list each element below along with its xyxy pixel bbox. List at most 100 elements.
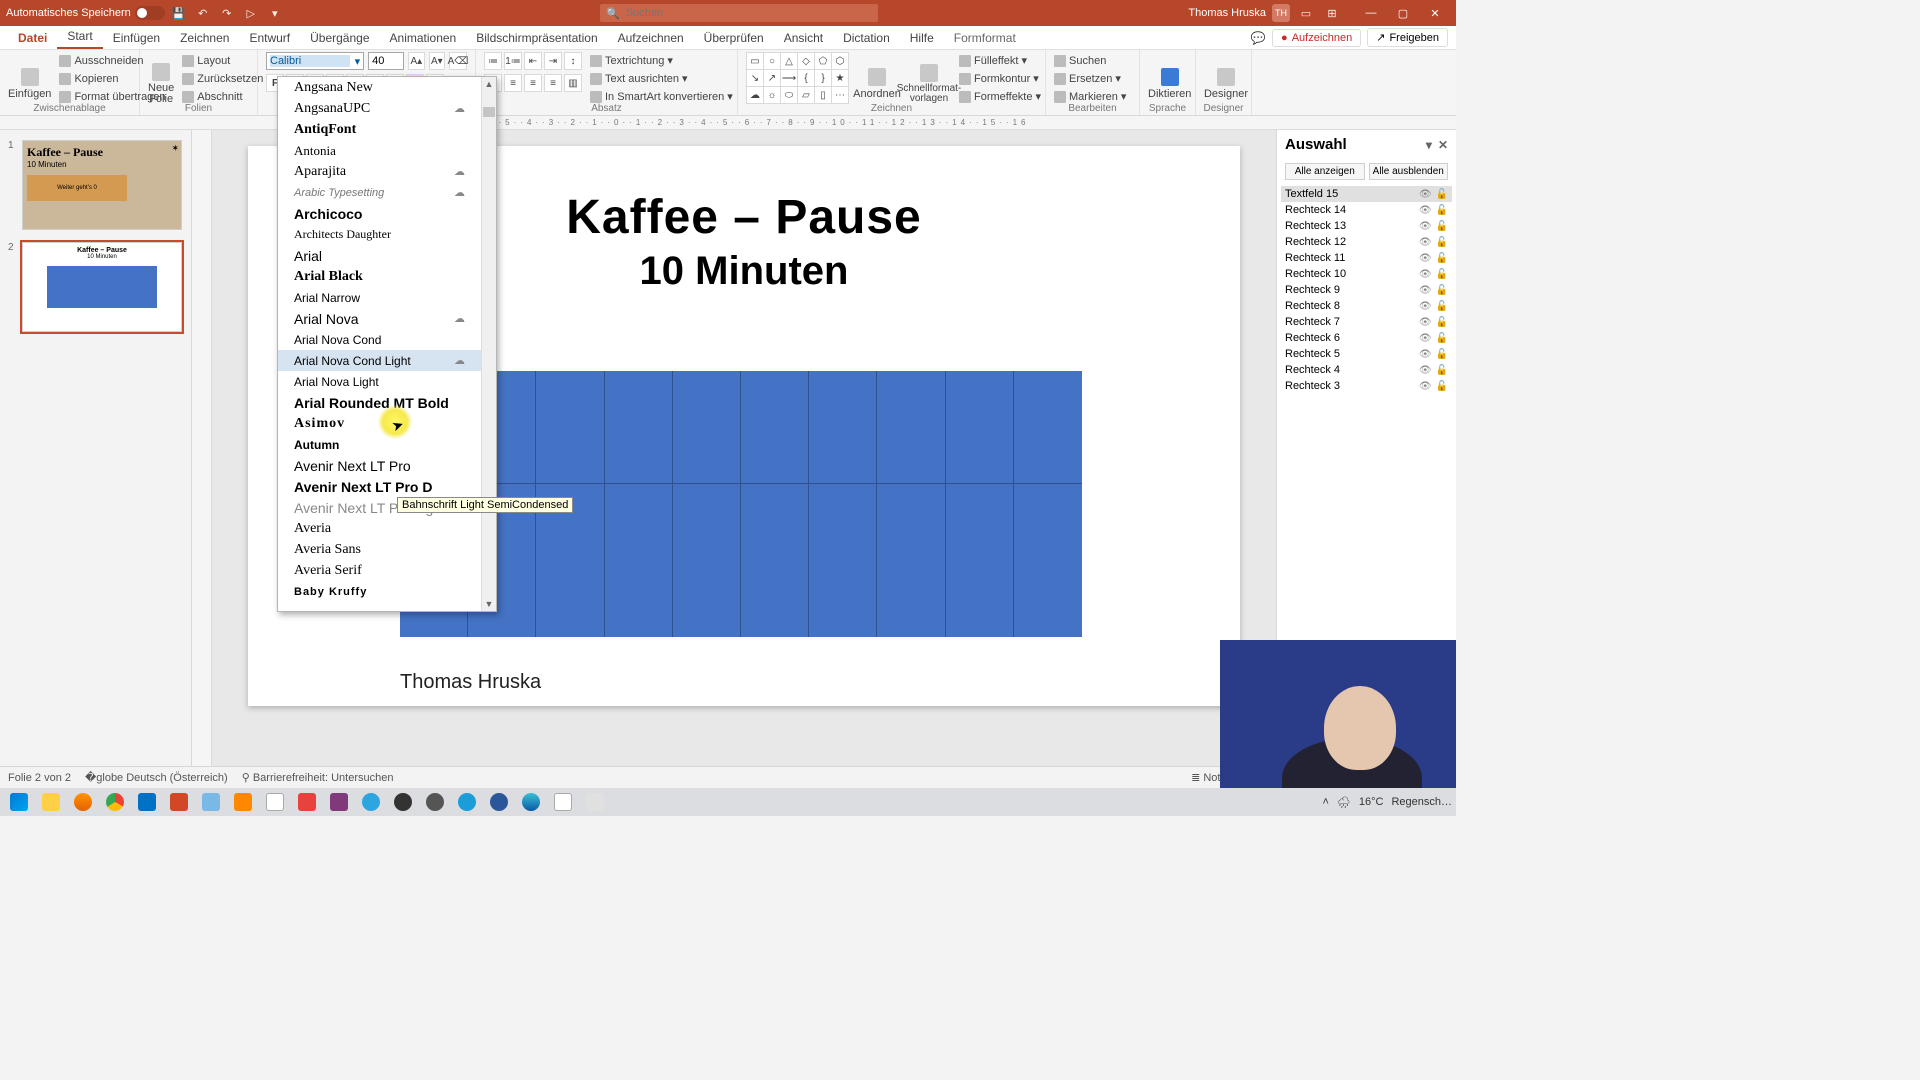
columns-button[interactable]: ▥	[564, 74, 582, 92]
shape-fill-button[interactable]: Fülleffekt ▾	[959, 52, 1041, 69]
selection-item[interactable]: Rechteck 14👁🔓	[1281, 202, 1452, 218]
bullets-button[interactable]: ≔	[484, 52, 502, 70]
font-option[interactable]: Averia	[278, 518, 481, 539]
lock-icon[interactable]: 🔓	[1436, 365, 1448, 376]
slide-thumb-2[interactable]: Kaffee – Pause 10 Minuten	[22, 242, 182, 332]
tray-chevron-icon[interactable]: ˄	[1322, 796, 1328, 808]
selection-item[interactable]: Rechteck 9👁🔓	[1281, 282, 1452, 298]
selection-item[interactable]: Rechteck 13👁🔓	[1281, 218, 1452, 234]
visibility-icon[interactable]: 👁	[1419, 189, 1432, 200]
app-icon-7[interactable]	[484, 790, 514, 814]
outdent-button[interactable]: ⇤	[524, 52, 542, 70]
shrink-font-button[interactable]: A▾	[429, 52, 445, 70]
visibility-icon[interactable]: 👁	[1419, 333, 1432, 344]
app-icon-1[interactable]	[196, 790, 226, 814]
visibility-icon[interactable]: 👁	[1419, 253, 1432, 264]
app-icon-6[interactable]	[452, 790, 482, 814]
app-icon-3[interactable]	[292, 790, 322, 814]
tab-zeichnen[interactable]: Zeichnen	[170, 27, 239, 49]
lock-icon[interactable]: 🔓	[1436, 381, 1448, 392]
tab-dictation[interactable]: Dictation	[833, 27, 900, 49]
numbering-button[interactable]: 1≔	[504, 52, 522, 70]
scroll-handle[interactable]	[483, 107, 495, 117]
tab-entwurf[interactable]: Entwurf	[239, 27, 300, 49]
selection-item[interactable]: Rechteck 12👁🔓	[1281, 234, 1452, 250]
tab-animationen[interactable]: Animationen	[380, 27, 467, 49]
chevron-down-icon[interactable]: ▾	[355, 55, 361, 68]
weather-desc[interactable]: Regensch…	[1391, 796, 1452, 808]
tab-hilfe[interactable]: Hilfe	[900, 27, 944, 49]
font-option[interactable]: Arial	[278, 245, 481, 266]
lock-icon[interactable]: 🔓	[1436, 205, 1448, 216]
font-option[interactable]: Arial Nova☁	[278, 308, 481, 329]
maximize-button[interactable]: ▢	[1388, 3, 1418, 23]
selection-item[interactable]: Rechteck 10👁🔓	[1281, 266, 1452, 282]
lock-icon[interactable]: 🔓	[1436, 253, 1448, 264]
font-option[interactable]: Avenir Next LT Pro	[278, 455, 481, 476]
selection-item[interactable]: Rechteck 6👁🔓	[1281, 330, 1452, 346]
justify-button[interactable]: ≡	[544, 74, 562, 92]
tab-aufzeichnen[interactable]: Aufzeichnen	[608, 27, 694, 49]
clear-format-button[interactable]: A⌫	[449, 52, 467, 70]
lock-icon[interactable]: 🔓	[1436, 189, 1448, 200]
font-option[interactable]: Arial Black	[278, 266, 481, 287]
tab-uebergaenge[interactable]: Übergänge	[300, 27, 379, 49]
user-name[interactable]: Thomas Hruska	[1188, 7, 1266, 19]
minimize-button[interactable]: —	[1356, 3, 1386, 23]
font-dropdown[interactable]: Angsana NewAngsanaUPC☁AntiqFontAntoniaAp…	[277, 76, 497, 612]
powerpoint-icon[interactable]	[164, 790, 194, 814]
shape-outline-button[interactable]: Formkontur ▾	[959, 70, 1041, 87]
lock-icon[interactable]: 🔓	[1436, 269, 1448, 280]
scroll-up-icon[interactable]: ▲	[482, 77, 496, 91]
pane-close-icon[interactable]: ✕	[1438, 138, 1448, 152]
hide-all-button[interactable]: Alle ausblenden	[1369, 163, 1449, 180]
align-text-button[interactable]: Text ausrichten ▾	[590, 70, 733, 87]
ribbon-display-icon[interactable]: ⊞	[1322, 3, 1342, 23]
visibility-icon[interactable]: 👁	[1419, 365, 1432, 376]
visibility-icon[interactable]: 👁	[1419, 221, 1432, 232]
font-option[interactable]: Asimov	[278, 413, 481, 434]
onenote-icon[interactable]	[324, 790, 354, 814]
lock-icon[interactable]: 🔓	[1436, 221, 1448, 232]
start-icon[interactable]: ▷	[241, 3, 261, 23]
close-button[interactable]: ✕	[1420, 3, 1450, 23]
language-status[interactable]: �globe Deutsch (Österreich)	[85, 771, 228, 784]
slide-counter[interactable]: Folie 2 von 2	[8, 772, 71, 784]
layout-button[interactable]: Layout	[182, 52, 263, 69]
tab-ansicht[interactable]: Ansicht	[774, 27, 833, 49]
align-center-button[interactable]: ≡	[504, 74, 522, 92]
selection-item[interactable]: Rechteck 4👁🔓	[1281, 362, 1452, 378]
selection-item[interactable]: Textfeld 15👁🔓	[1281, 186, 1452, 202]
share-button[interactable]: ↗ Freigeben	[1367, 28, 1448, 47]
font-option[interactable]: Arial Nova Cond	[278, 329, 481, 350]
font-option[interactable]: Arial Nova Cond Light☁	[278, 350, 481, 371]
visibility-icon[interactable]: 👁	[1419, 301, 1432, 312]
shape-rect-icon[interactable]: ▭	[746, 52, 764, 70]
visibility-icon[interactable]: 👁	[1419, 205, 1432, 216]
start-menu-button[interactable]	[4, 790, 34, 814]
font-option[interactable]: AngsanaUPC☁	[278, 98, 481, 119]
app-icon-9[interactable]	[580, 790, 610, 814]
tab-bildschirm[interactable]: Bildschirmpräsentation	[466, 27, 607, 49]
selection-item[interactable]: Rechteck 8👁🔓	[1281, 298, 1452, 314]
font-option[interactable]: Angsana New	[278, 77, 481, 98]
tab-start[interactable]: Start	[57, 25, 102, 49]
show-all-button[interactable]: Alle anzeigen	[1285, 163, 1365, 180]
selection-item[interactable]: Rechteck 11👁🔓	[1281, 250, 1452, 266]
visibility-icon[interactable]: 👁	[1419, 285, 1432, 296]
replace-button[interactable]: Ersetzen ▾	[1054, 70, 1126, 87]
linespacing-button[interactable]: ↕	[564, 52, 582, 70]
tab-datei[interactable]: Datei	[8, 27, 57, 49]
edge-icon[interactable]	[516, 790, 546, 814]
selection-item[interactable]: Rechteck 7👁🔓	[1281, 314, 1452, 330]
redo-icon[interactable]: ↷	[217, 3, 237, 23]
accessibility-status[interactable]: ⚲ Barrierefreiheit: Untersuchen	[242, 771, 394, 784]
visibility-icon[interactable]: 👁	[1419, 381, 1432, 392]
font-option[interactable]: Avenir Next LT Pro D	[278, 476, 481, 497]
app-icon-5[interactable]	[420, 790, 450, 814]
text-direction-button[interactable]: Textrichtung ▾	[590, 52, 733, 69]
selection-item[interactable]: Rechteck 3👁🔓	[1281, 378, 1452, 394]
font-option[interactable]: Arial Nova Light	[278, 371, 481, 392]
tab-formformat[interactable]: Formformat	[944, 27, 1026, 49]
find-button[interactable]: Suchen	[1054, 52, 1126, 69]
